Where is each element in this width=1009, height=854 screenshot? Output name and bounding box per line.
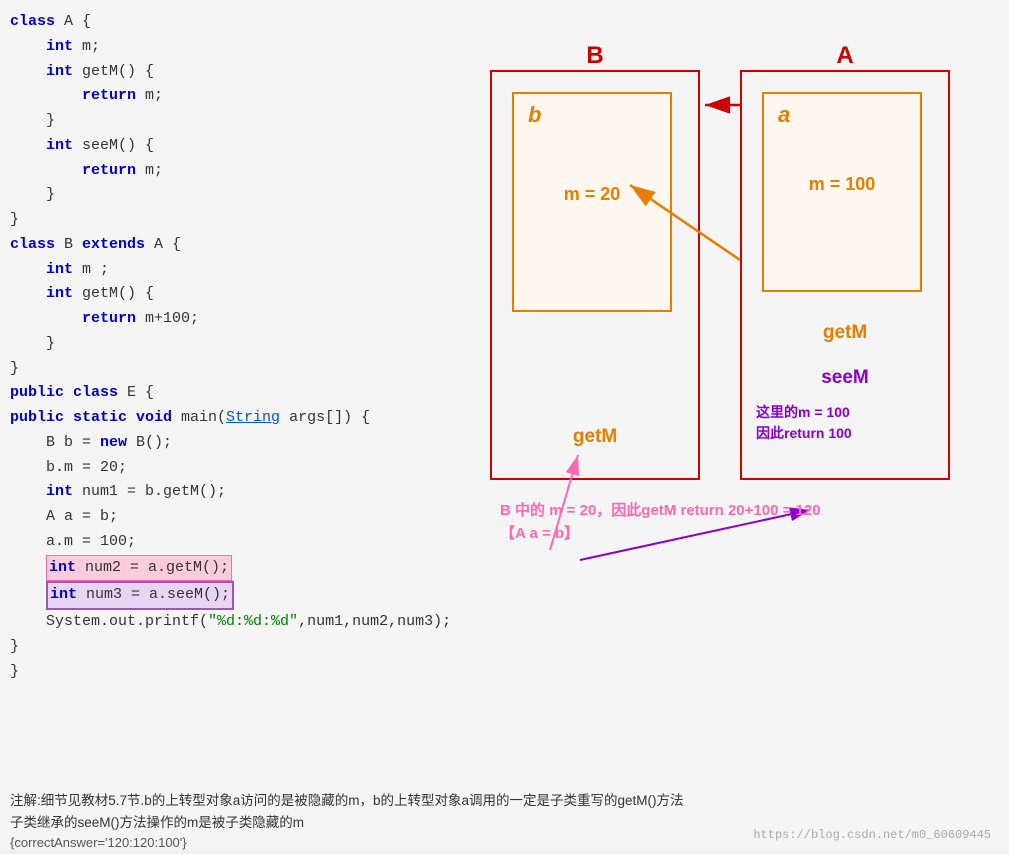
seeM-a-label: seeM: [821, 367, 869, 389]
box-B: B b m = 20 getM: [490, 70, 700, 480]
code-line: int num1 = b.getM();: [10, 480, 430, 505]
code-line: int m;: [10, 35, 430, 60]
obj-b: b m = 20: [512, 92, 672, 312]
code-line: int seeM() {: [10, 134, 430, 159]
box-A-label: A: [836, 42, 853, 70]
code-line: public class E {: [10, 381, 430, 406]
getM-a-label: getM: [823, 322, 867, 344]
note-a-line2: 因此return 100: [756, 423, 852, 444]
obj-a-label: a: [778, 102, 790, 128]
getM-b-label: getM: [573, 426, 617, 448]
annotation-b: B 中的 m = 20，因此getM return 20+100 = 120 【…: [500, 500, 821, 545]
annot-b-line2: 【A a = b】: [500, 523, 821, 546]
note-a-line1: 这里的m = 100: [756, 402, 852, 423]
code-line: return m;: [10, 159, 430, 184]
code-line: B b = new B();: [10, 431, 430, 456]
diagram-area: B b m = 20 getM A a m = 100 getM seeM 这里…: [430, 50, 990, 570]
obj-a-val: m = 100: [809, 174, 876, 195]
code-line: A a = b;: [10, 505, 430, 530]
code-line: a.m = 100;: [10, 530, 430, 555]
code-line: }: [10, 635, 430, 660]
code-line: int m ;: [10, 258, 430, 283]
code-line: }: [10, 357, 430, 382]
code-line: return m+100;: [10, 307, 430, 332]
bottom-notes: 注解:细节见教材5.7节.b的上转型对象a访问的是被隐藏的m，b的上转型对象a调…: [10, 790, 990, 854]
highlight-pink-span: int num2 = a.getM();: [46, 555, 232, 582]
code-line: }: [10, 332, 430, 357]
code-line-num2: int num2 = a.getM();: [10, 555, 430, 582]
obj-a: a m = 100: [762, 92, 922, 292]
box-B-label: B: [586, 42, 603, 70]
box-A: A a m = 100 getM seeM 这里的m = 100 因此retur…: [740, 70, 950, 480]
code-line-num3: int num3 = a.seeM();: [10, 581, 430, 610]
code-line: int getM() {: [10, 282, 430, 307]
code-line: }: [10, 208, 430, 233]
watermark: https://blog.csdn.net/m0_60609445: [753, 828, 991, 842]
main-container: class A { int m; int getM() { return m; …: [0, 0, 1009, 850]
code-line: int getM() {: [10, 60, 430, 85]
bottom-note1: 注解:细节见教材5.7节.b的上转型对象a访问的是被隐藏的m，b的上转型对象a调…: [10, 790, 990, 812]
obj-b-label: b: [528, 102, 541, 128]
code-line: System.out.printf("%d:%d:%d",num1,num2,n…: [10, 610, 430, 635]
code-line: }: [10, 109, 430, 134]
code-line: public static void main(String args[]) {: [10, 406, 430, 431]
code-line: return m;: [10, 84, 430, 109]
note-a: 这里的m = 100 因此return 100: [756, 402, 852, 444]
code-line: }: [10, 183, 430, 208]
annot-b-line1: B 中的 m = 20，因此getM return 20+100 = 120: [500, 500, 821, 523]
code-line: b.m = 20;: [10, 456, 430, 481]
code-section: class A { int m; int getM() { return m; …: [10, 10, 430, 684]
code-line: }: [10, 660, 430, 685]
obj-b-val: m = 20: [564, 184, 621, 205]
highlight-purple-span: int num3 = a.seeM();: [46, 581, 234, 610]
code-line: class A {: [10, 10, 430, 35]
code-line: class B extends A {: [10, 233, 430, 258]
